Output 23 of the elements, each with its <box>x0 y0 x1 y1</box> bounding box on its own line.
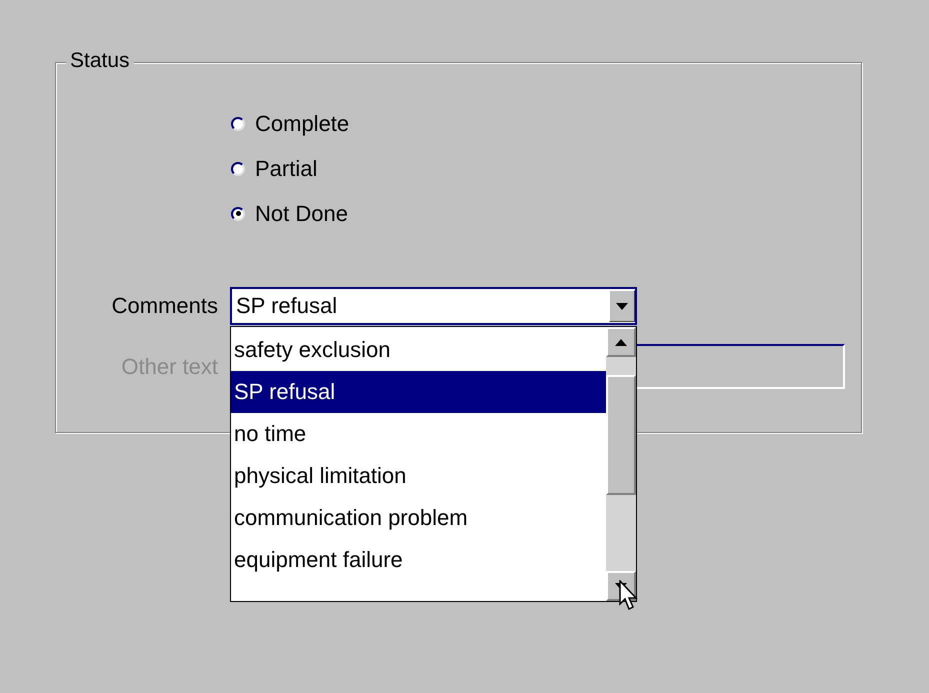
dropdown-option[interactable]: safety exclusion <box>231 329 606 371</box>
dropdown-option[interactable]: SP refusal <box>231 371 606 413</box>
dropdown-option[interactable]: physical limitation <box>231 455 606 497</box>
radio-label: Not Done <box>255 200 348 226</box>
scroll-up-button[interactable] <box>606 327 636 357</box>
comments-label: Comments <box>110 293 219 319</box>
scrollbar-thumb[interactable] <box>606 375 636 495</box>
radio-option[interactable]: Complete <box>231 101 861 146</box>
comments-dropdown[interactable]: SP refusal <box>230 287 637 325</box>
dropdown-button[interactable] <box>609 290 635 322</box>
radio-button[interactable] <box>231 116 245 130</box>
radio-label: Complete <box>255 110 350 136</box>
dropdown-option[interactable]: communication problem <box>231 497 606 539</box>
radio-button[interactable] <box>231 206 245 220</box>
dropdown-option[interactable]: equipment failure <box>231 539 606 581</box>
up-arrow-icon <box>615 338 627 346</box>
caret-icon <box>616 302 628 310</box>
radio-option[interactable]: Not Done <box>231 191 861 236</box>
radio-option[interactable]: Partial <box>231 146 861 191</box>
radio-button[interactable] <box>231 162 245 176</box>
dropdown-option[interactable]: no time <box>231 413 606 455</box>
dropdown-value: SP refusal <box>236 293 338 319</box>
radio-label: Partial <box>255 156 318 182</box>
